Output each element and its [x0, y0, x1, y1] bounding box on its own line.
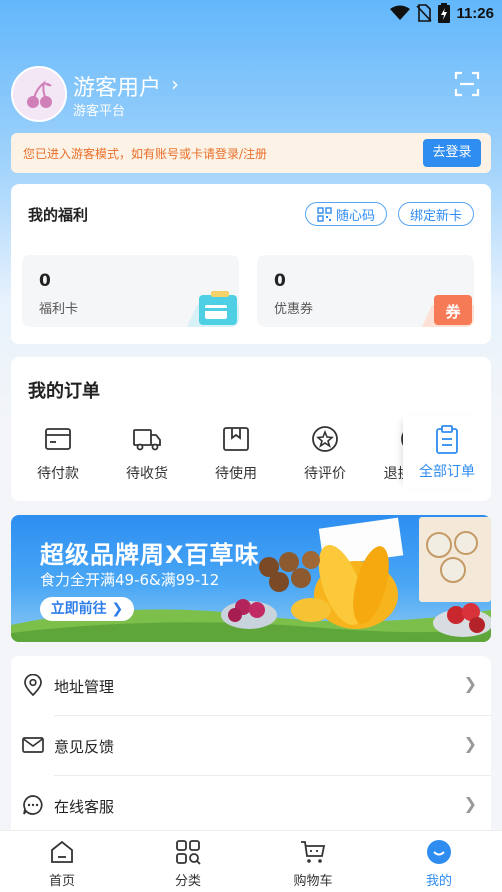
order-pending-receipt[interactable]: 待收货: [112, 425, 182, 483]
order-pending-payment-label: 待付款: [37, 466, 79, 482]
battery-icon: [438, 3, 451, 23]
truck-icon: [133, 429, 161, 451]
status-bar: 11:26: [0, 0, 502, 30]
tab-cart[interactable]: 购物车: [273, 839, 353, 889]
profile-header: 游客用户 › 游客平台: [11, 66, 491, 122]
welfare-card-count: 0: [39, 271, 51, 291]
wallet-icon: [45, 428, 71, 450]
orders-title: 我的订单: [28, 381, 100, 402]
menu-address[interactable]: 地址管理 ❯: [11, 656, 491, 716]
chevron-right-icon[interactable]: ›: [171, 72, 179, 96]
qr-code-icon: [317, 206, 332, 222]
order-to-review-label: 待评价: [304, 466, 346, 482]
profile-icon: [427, 840, 451, 864]
tab-home[interactable]: 首页: [22, 839, 102, 889]
scan-icon[interactable]: [453, 70, 481, 98]
tab-cart-label: 购物车: [293, 874, 333, 889]
welfare-section: 我的福利 随心码 绑定新卡 0 福利卡 0 优惠券 券: [11, 184, 491, 344]
order-to-use[interactable]: 待使用: [201, 425, 271, 483]
order-pending-receipt-label: 待收货: [126, 466, 168, 482]
chevron-right-icon: ❯: [463, 674, 477, 693]
settings-menu: 地址管理 ❯ 意见反馈 ❯ 在线客服 ❯: [11, 656, 491, 836]
qr-code-label: 随心码: [335, 208, 375, 224]
welfare-card-label: 福利卡: [39, 302, 79, 317]
tab-category-label: 分类: [174, 874, 201, 889]
star-icon: [312, 426, 338, 452]
notice-text: 您已进入游客模式，如有账号或卡请登录/注册: [23, 147, 268, 161]
menu-address-label: 地址管理: [54, 678, 115, 696]
orders-section: 我的订单 待付款 待收货 待使用 待评价 全部订单: [11, 357, 491, 501]
coupon-label: 优惠券: [274, 302, 314, 317]
bottom-tab-bar: 首页 分类 购物车 我的: [0, 830, 502, 892]
tab-category[interactable]: 分类: [148, 839, 228, 889]
home-icon: [51, 840, 73, 863]
guest-mode-notice: 您已进入游客模式，如有账号或卡请登录/注册 去登录: [11, 133, 491, 173]
wifi-icon: [390, 5, 411, 20]
welfare-card-tile[interactable]: 0 福利卡: [22, 255, 239, 327]
clipboard-icon: [436, 425, 458, 454]
bind-card-button[interactable]: 绑定新卡: [398, 202, 474, 226]
location-icon: [24, 674, 42, 696]
coupon-tile[interactable]: 0 优惠券 券: [257, 255, 474, 327]
coupon-icon: 券: [422, 295, 474, 327]
chevron-right-icon: ❯: [463, 794, 477, 813]
status-time: 11:26: [456, 4, 494, 22]
banner-go-button[interactable]: 立即前往 ❯: [40, 597, 134, 621]
welfare-title: 我的福利: [28, 206, 89, 224]
order-to-use-label: 待使用: [215, 466, 257, 482]
category-icon: [176, 840, 201, 865]
promo-banner[interactable]: 超级品牌周X百草味 食力全开满49-6&满99-12 立即前往 ❯: [11, 515, 491, 642]
cart-icon: [301, 841, 326, 863]
order-to-review[interactable]: 待评价: [290, 425, 360, 483]
login-button[interactable]: 去登录: [423, 139, 481, 167]
coupon-icon-text: 券: [445, 303, 461, 321]
box-icon: [223, 427, 249, 451]
chat-icon: [23, 795, 43, 815]
coupon-count: 0: [274, 271, 286, 291]
menu-feedback-label: 意见反馈: [54, 738, 115, 756]
menu-customer-service[interactable]: 在线客服 ❯: [11, 776, 491, 836]
cherry-icon: [27, 80, 52, 108]
chevron-right-icon: ❯: [463, 734, 477, 753]
status-icons: 11:26: [390, 3, 494, 23]
menu-feedback[interactable]: 意见反馈 ❯: [11, 716, 491, 776]
avatar[interactable]: [11, 66, 67, 122]
no-sim-icon: [416, 4, 433, 22]
all-orders-label: 全部订单: [419, 464, 475, 480]
all-orders-button[interactable]: 全部订单: [403, 415, 491, 489]
order-pending-payment[interactable]: 待付款: [23, 425, 93, 483]
tab-profile[interactable]: 我的: [399, 839, 479, 889]
menu-customer-service-label: 在线客服: [54, 798, 115, 816]
qr-code-button[interactable]: 随心码: [305, 202, 387, 226]
card-icon: [187, 291, 239, 327]
banner-title: 超级品牌周X百草味: [40, 541, 260, 569]
user-name[interactable]: 游客用户: [73, 70, 161, 102]
banner-subtitle: 食力全开满49-6&满99-12: [40, 571, 220, 589]
mail-icon: [22, 737, 44, 753]
tab-home-label: 首页: [48, 874, 75, 889]
tab-profile-label: 我的: [425, 874, 452, 889]
user-platform: 游客平台: [73, 104, 126, 119]
